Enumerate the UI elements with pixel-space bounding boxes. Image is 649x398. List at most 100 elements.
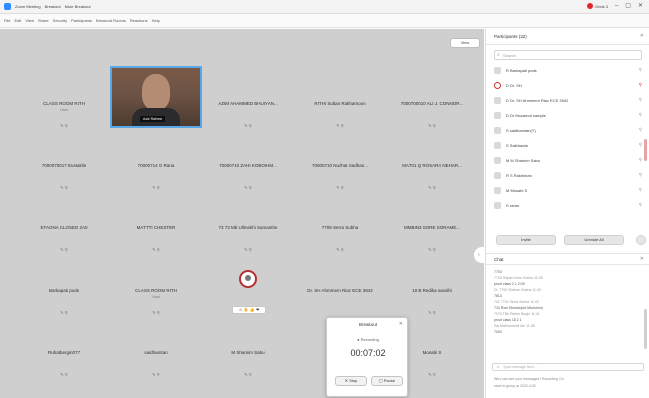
- participant-row[interactable]: D Dr Mozamot sample ⚲: [494, 108, 642, 123]
- participant-tile[interactable]: RITHI Sultan Rakhamoon ✎ ⚲: [294, 73, 386, 135]
- tile-role: Host: [60, 108, 68, 112]
- recording-chip[interactable]: Grids 3: [587, 3, 608, 9]
- participant-tile[interactable]: MMBIN3 SORE SORAME... ✎ ⚲: [386, 197, 478, 259]
- microphone-icon[interactable]: ⚲: [639, 67, 642, 73]
- menu-file[interactable]: File: [4, 18, 10, 23]
- menu-edit[interactable]: Edit: [14, 18, 21, 23]
- tile-status-icons: ✎ ⚲: [152, 247, 160, 252]
- invite-button[interactable]: Invite: [496, 235, 556, 245]
- reaction-bar[interactable]: ☺ ✋ 👍 ❤: [232, 306, 266, 314]
- unmute-all-button[interactable]: Unmute All: [564, 235, 624, 245]
- tile-name: MMBIN3 SORE SORAME...: [403, 225, 460, 230]
- menu-bar: File Edit View Share Security Participan…: [0, 14, 649, 28]
- participant-tile[interactable]: 70000710 Nuzhat Sadhan... ✎ ⚲: [294, 135, 386, 197]
- participant-tile[interactable]: 7000700010 ALI J. CONNOR... ✎ ⚲: [386, 73, 478, 135]
- collapse-panel-icon[interactable]: ‹: [474, 247, 484, 263]
- close-icon[interactable]: ✕: [399, 321, 403, 327]
- participant-search-input[interactable]: ⌕ Search: [494, 50, 642, 60]
- microphone-icon[interactable]: ⚲: [639, 142, 642, 148]
- tile-name: 18 B Redika sasolhi: [412, 288, 452, 293]
- user-chip-label: Grids 3: [595, 3, 608, 9]
- menu-breakout-rooms[interactable]: Breakout Rooms: [96, 18, 126, 23]
- participant-tile[interactable]: MA701 Q ROSARA NEHAR... ✎ ⚲: [386, 135, 478, 197]
- participant-tile[interactable]: Barkapati pods ✎ ⚲: [18, 260, 110, 322]
- chat-message: proof class 18 2 1: [494, 318, 522, 322]
- emoji-icon[interactable]: ☺: [496, 364, 500, 369]
- microphone-icon[interactable]: ⚲: [639, 202, 642, 208]
- menu-participants[interactable]: Participants: [71, 18, 92, 23]
- tile-status-icons: ✎ ⚲: [428, 310, 436, 315]
- menu-security[interactable]: Security: [53, 18, 67, 23]
- chat-meta: 7709 Sifyam Nure Subha 11:38: [494, 276, 543, 280]
- participant-tile[interactable]: saidhamtan ✎ ⚲: [110, 322, 202, 384]
- tab-breakout[interactable]: Breakout: [45, 4, 61, 9]
- participant-tile[interactable]: 70000710 ZAHI KOBOIHM... ✎ ⚲: [202, 135, 294, 197]
- stop-button[interactable]: ✕ Stop: [335, 376, 367, 386]
- participant-row[interactable]: S Saibhadar ⚲: [494, 138, 642, 153]
- chat-scrollbar[interactable]: [644, 309, 647, 349]
- participant-tile[interactable]: 18 B Redika sasolhi ✎ ⚲: [386, 260, 478, 322]
- tile-status-icons: ✎ ⚲: [244, 185, 252, 190]
- chat-meta: Sai Mathambrist Ahi 11:38: [494, 324, 535, 328]
- chat-message-input[interactable]: ☺ Type message here...: [492, 363, 644, 371]
- participant-tile-speaking[interactable]: ☺ ✋ 👍 ❤: [202, 260, 294, 322]
- tile-name: Barkapati pods: [48, 288, 80, 293]
- participant-row[interactable]: M M Shamim Sabu ⚲: [494, 153, 642, 168]
- participant-row[interactable]: D Dr. SH ⚲: [494, 78, 642, 93]
- avatar: [494, 67, 501, 74]
- participant-row[interactable]: S saidhamtan(Y) ⚲: [494, 123, 642, 138]
- more-options-icon[interactable]: [636, 235, 646, 245]
- close-icon[interactable]: ✕: [640, 256, 644, 262]
- participant-tile[interactable]: Dr. SH Ahmmem Riaz ECE 3942: [294, 260, 386, 322]
- microphone-icon[interactable]: ⚲: [639, 157, 642, 163]
- microphone-icon[interactable]: ⚲: [639, 112, 642, 118]
- participant-row[interactable]: D Dr. SH Ahmmem Riaz ECE 3942 ⚲: [494, 93, 642, 108]
- participant-tile[interactable]: M Shamim Sabu ✎ ⚲: [202, 322, 294, 384]
- maximize-icon[interactable]: ▢: [625, 2, 631, 10]
- microphone-icon[interactable]: ⚲: [639, 187, 642, 193]
- tab-mute-breakout[interactable]: Mute Breakout: [65, 4, 91, 9]
- microphone-icon[interactable]: ⚲: [639, 82, 642, 88]
- microphone-icon[interactable]: ⚲: [639, 97, 642, 103]
- participant-tile[interactable]: ETAONA CLOSED 2A0 ✎ ⚲: [18, 197, 110, 259]
- participants-header: Participants (32) ✕: [486, 29, 649, 45]
- close-icon[interactable]: ✕: [638, 2, 643, 10]
- participant-name: D Dr. SH Ahmmem Riaz ECE 3942: [506, 98, 569, 103]
- participant-row[interactable]: R S Rakhiman ⚲: [494, 168, 642, 183]
- chat-input-placeholder: Type message here...: [503, 365, 537, 369]
- participant-tile[interactable]: 7000070017 Eustaklin ✎ ⚲: [18, 135, 110, 197]
- view-button[interactable]: View: [450, 38, 480, 48]
- chat-message: proof class 2 1 2:09: [494, 282, 525, 286]
- participant-row[interactable]: R Barkapati pods ⚲: [494, 63, 642, 78]
- participant-row[interactable]: M Mosabi S ⚲: [494, 183, 642, 198]
- participant-tile[interactable]: CLASS ROOM RITH Host ✎ ⚲: [18, 73, 110, 135]
- participant-video-tile[interactable]: Aziz Rahma: [110, 66, 202, 128]
- tile-name: saidhamtan: [144, 350, 168, 355]
- chat-footer-note: Who can see your messages? Recording On: [494, 377, 564, 381]
- microphone-icon[interactable]: ⚲: [639, 172, 642, 178]
- participant-tile[interactable]: Ruhatbergin077 ✎ ⚲: [18, 322, 110, 384]
- minimize-icon[interactable]: –: [615, 2, 618, 10]
- tile-name: CLASS ROOM RITH: [43, 101, 85, 106]
- participant-tile[interactable]: CLASS ROOM RITH Host ✎ ⚲: [110, 260, 202, 322]
- participant-tile[interactable]: MATTTI CHESTER ✎ ⚲: [110, 197, 202, 259]
- close-icon[interactable]: ✕: [640, 33, 644, 39]
- participant-row[interactable]: S sivan ⚲: [494, 198, 642, 213]
- menu-view[interactable]: View: [25, 18, 34, 23]
- tile-name: 70000710 Nuzhat Sadhan...: [311, 163, 369, 168]
- menu-help[interactable]: Help: [152, 18, 160, 23]
- window-title: Zoom Meeting: [15, 4, 41, 9]
- participants-scrollbar[interactable]: [644, 139, 647, 161]
- tile-name: AZIM AHAMMED BHUIYAN...: [218, 101, 278, 106]
- menu-share[interactable]: Share: [38, 18, 49, 23]
- pause-button[interactable]: ▢ Pause: [371, 376, 403, 386]
- participant-tile[interactable]: AZIM AHAMMED BHUIYAN... ✎ ⚲: [202, 73, 294, 135]
- tile-status-icons: ✎ ⚲: [336, 247, 344, 252]
- participant-name: M Mosabi S: [506, 188, 528, 193]
- participant-tile[interactable]: 73 73 Mb Ullmekhi Samanthe ✎ ⚲: [202, 197, 294, 259]
- menu-reactions[interactable]: Reactions: [130, 18, 148, 23]
- participant-tile[interactable]: 7709 Serra Subha ✎ ⚲: [294, 197, 386, 259]
- avatar: [494, 202, 501, 209]
- participant-tile[interactable]: 70000714 G Rana ✎ ⚲: [110, 135, 202, 197]
- microphone-icon[interactable]: ⚲: [639, 127, 642, 133]
